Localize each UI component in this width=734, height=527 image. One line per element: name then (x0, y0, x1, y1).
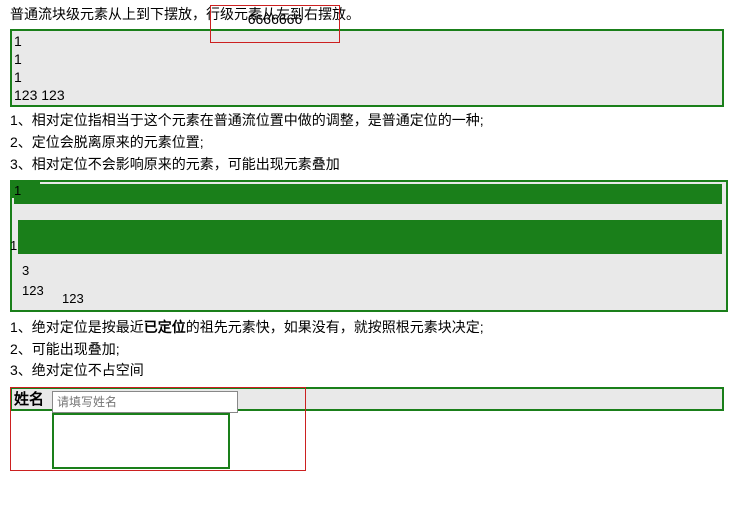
green-dropdown-box (52, 413, 230, 469)
demo2-num-123b: 123 (62, 290, 84, 308)
abs-note1-pre: 1、绝对定位是按最近 (10, 319, 144, 335)
green-bar-2 (18, 220, 722, 254)
demo1-row2: 1 (14, 50, 720, 68)
demo2-num-1a: 1 (14, 182, 21, 200)
float-number-box: 6666666 (210, 5, 340, 43)
demo-normal-flow: 1 1 1 123 123 (10, 29, 724, 108)
float-number: 6666666 (248, 11, 303, 27)
note3: 3、相对定位不会影响原来的元素，可能出现元素叠加 (10, 155, 724, 175)
demo-relative-position: 1 1 3 123 123 (10, 180, 728, 312)
note2: 2、定位会脱离原来的元素位置; (10, 133, 724, 153)
green-bar-1 (14, 184, 722, 204)
notes-relative: 1、相对定位指相当于这个元素在普通流位置中做的调整，是普通定位的一种; 2、定位… (10, 111, 724, 174)
demo1-row1: 1 (14, 32, 720, 50)
form-demo: 姓名 (10, 387, 724, 477)
name-label: 姓名 (14, 389, 44, 410)
notes-absolute: 1、绝对定位是按最近已定位的祖先元素快，如果没有，就按照根元素块决定; 2、可能… (10, 318, 724, 381)
abs-note1: 1、绝对定位是按最近已定位的祖先元素快，如果没有，就按照根元素块决定; (10, 318, 724, 338)
demo2-num-1b: 1 (10, 237, 17, 255)
intro-text: 普通流块级元素从上到下摆放，行级元素从左到右摆放。 (10, 5, 724, 25)
abs-note1-bold: 已定位 (144, 319, 186, 335)
demo1-row3: 1 (14, 68, 720, 86)
abs-note2: 2、可能出现叠加; (10, 340, 724, 360)
name-input[interactable] (52, 391, 238, 413)
demo1-row4: 123 123 (14, 86, 720, 104)
abs-note1-post: 的祖先元素快，如果没有，就按照根元素块决定; (186, 319, 484, 335)
demo2-num-3: 3 (22, 262, 29, 280)
demo2-num-123a: 123 (22, 282, 44, 300)
note1: 1、相对定位指相当于这个元素在普通流位置中做的调整，是普通定位的一种; (10, 111, 724, 131)
abs-note3: 3、绝对定位不占空间 (10, 361, 724, 381)
